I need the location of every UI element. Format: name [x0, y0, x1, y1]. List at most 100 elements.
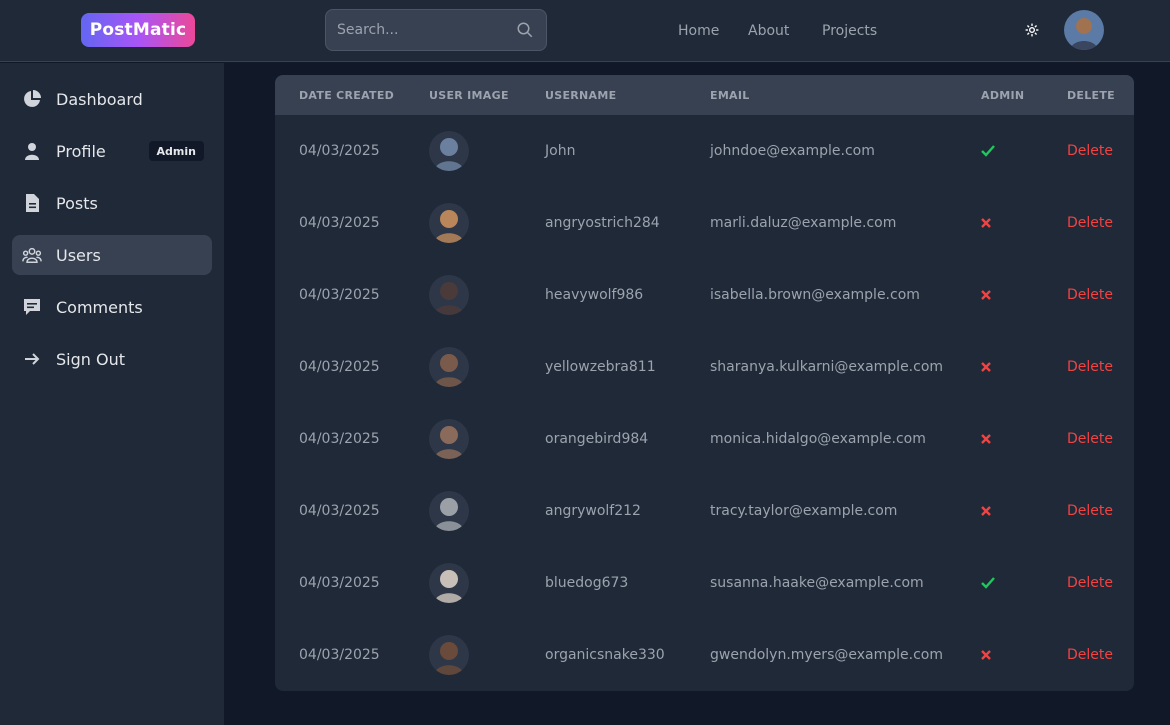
sidebar-item-sign-out[interactable]: Sign Out	[12, 339, 212, 379]
delete-button[interactable]: Delete	[1067, 143, 1113, 159]
theme-toggle-button[interactable]	[1018, 16, 1046, 44]
delete-button[interactable]: Delete	[1067, 287, 1113, 303]
column-header: USERNAME	[545, 89, 617, 102]
avatar-image	[429, 635, 469, 675]
nav-projects-link[interactable]: Projects	[822, 23, 877, 39]
sidebar-item-label: Dashboard	[56, 89, 143, 109]
admin-cell	[981, 475, 991, 547]
image-cell	[429, 619, 469, 691]
date-cell: 04/03/2025	[299, 619, 380, 691]
sidebar-item-comments[interactable]: Comments	[12, 287, 212, 327]
sun-icon	[1025, 23, 1039, 37]
cross-icon	[981, 290, 991, 300]
sidebar-item-users[interactable]: Users	[12, 235, 212, 275]
sidebar-item-dashboard[interactable]: Dashboard	[12, 79, 212, 119]
nav-about-link[interactable]: About	[748, 23, 789, 39]
username: John	[545, 143, 576, 159]
username-cell: angrywolf212	[545, 475, 641, 547]
email-cell: johndoe@example.com	[710, 115, 875, 187]
logo[interactable]: PostMatic	[81, 13, 195, 47]
email-cell: marli.daluz@example.com	[710, 187, 896, 259]
avatar-image	[429, 419, 469, 459]
avatar-image	[429, 203, 469, 243]
date-created: 04/03/2025	[299, 359, 380, 375]
table-row: 04/03/2025 yellowzebra811 sharanya.kulka…	[275, 331, 1134, 403]
top-navbar: PostMatic Home About Projects	[0, 0, 1170, 62]
sidebar: Dashboard Profile Admin Posts Users Comm…	[0, 63, 224, 725]
email-cell: gwendolyn.myers@example.com	[710, 619, 943, 691]
date-created: 04/03/2025	[299, 503, 380, 519]
email: marli.daluz@example.com	[710, 215, 897, 231]
date-cell: 04/03/2025	[299, 331, 380, 403]
admin-cell	[981, 547, 995, 619]
avatar-image	[429, 275, 469, 315]
username-cell: yellowzebra811	[545, 331, 656, 403]
delete-cell: Delete	[1067, 403, 1113, 475]
sidebar-item-profile[interactable]: Profile Admin	[12, 131, 212, 171]
nav-projects[interactable]: Projects	[822, 0, 877, 62]
username-cell: heavywolf986	[545, 259, 643, 331]
delete-cell: Delete	[1067, 331, 1113, 403]
delete-button[interactable]: Delete	[1067, 359, 1113, 375]
sidebar-item-label: Profile	[56, 141, 106, 161]
username: orangebird984	[545, 431, 649, 447]
sidebar-item-posts[interactable]: Posts	[12, 183, 212, 223]
user-avatar[interactable]	[1064, 10, 1104, 50]
sidebar-item-label: Posts	[56, 193, 98, 213]
cross-icon	[981, 434, 991, 444]
username: bluedog673	[545, 575, 629, 591]
avatar-image	[1064, 10, 1104, 50]
username: yellowzebra811	[545, 359, 656, 375]
email-cell: sharanya.kulkarni@example.com	[710, 331, 943, 403]
group-icon	[22, 247, 42, 263]
username: organicsnake330	[545, 647, 665, 663]
table-row: 04/03/2025 John johndoe@example.com Dele…	[275, 115, 1134, 187]
date-created: 04/03/2025	[299, 287, 380, 303]
email: susanna.haake@example.com	[710, 575, 924, 591]
check-icon	[981, 577, 995, 589]
delete-button[interactable]: Delete	[1067, 575, 1113, 591]
date-cell: 04/03/2025	[299, 547, 380, 619]
date-created: 04/03/2025	[299, 575, 380, 591]
cross-icon	[981, 506, 991, 516]
table-row: 04/03/2025 angrywolf212 tracy.taylor@exa…	[275, 475, 1134, 547]
email: monica.hidalgo@example.com	[710, 431, 926, 447]
document-icon	[26, 194, 39, 212]
user-icon	[25, 143, 39, 160]
column-header: USER IMAGE	[429, 89, 509, 102]
nav-home[interactable]: Home	[678, 0, 719, 62]
delete-cell: Delete	[1067, 187, 1113, 259]
email: tracy.taylor@example.com	[710, 503, 898, 519]
date-cell: 04/03/2025	[299, 475, 380, 547]
admin-cell	[981, 331, 991, 403]
date-cell: 04/03/2025	[299, 115, 380, 187]
delete-button[interactable]: Delete	[1067, 647, 1113, 663]
delete-cell: Delete	[1067, 259, 1113, 331]
email-cell: susanna.haake@example.com	[710, 547, 924, 619]
admin-cell	[981, 187, 991, 259]
date-created: 04/03/2025	[299, 431, 380, 447]
nav-about[interactable]: About	[748, 0, 789, 62]
avatar-image	[429, 347, 469, 387]
search-input[interactable]	[326, 10, 546, 50]
date-created: 04/03/2025	[299, 143, 380, 159]
admin-cell	[981, 403, 991, 475]
nav-home-link[interactable]: Home	[678, 23, 719, 39]
delete-cell: Delete	[1067, 115, 1113, 187]
column-header: DATE CREATED	[299, 89, 395, 102]
table-row: 04/03/2025 heavywolf986 isabella.brown@e…	[275, 259, 1134, 331]
delete-cell: Delete	[1067, 547, 1113, 619]
avatar-image	[429, 563, 469, 603]
search-icon[interactable]	[516, 21, 534, 39]
username: heavywolf986	[545, 287, 644, 303]
delete-button[interactable]: Delete	[1067, 431, 1113, 447]
avatar-image	[429, 491, 469, 531]
user-avatar	[429, 491, 469, 531]
date-cell: 04/03/2025	[299, 187, 380, 259]
table-row: 04/03/2025 organicsnake330 gwendolyn.mye…	[275, 619, 1134, 691]
image-cell	[429, 259, 469, 331]
delete-button[interactable]: Delete	[1067, 215, 1113, 231]
image-cell	[429, 475, 469, 547]
username-cell: organicsnake330	[545, 619, 665, 691]
delete-button[interactable]: Delete	[1067, 503, 1113, 519]
